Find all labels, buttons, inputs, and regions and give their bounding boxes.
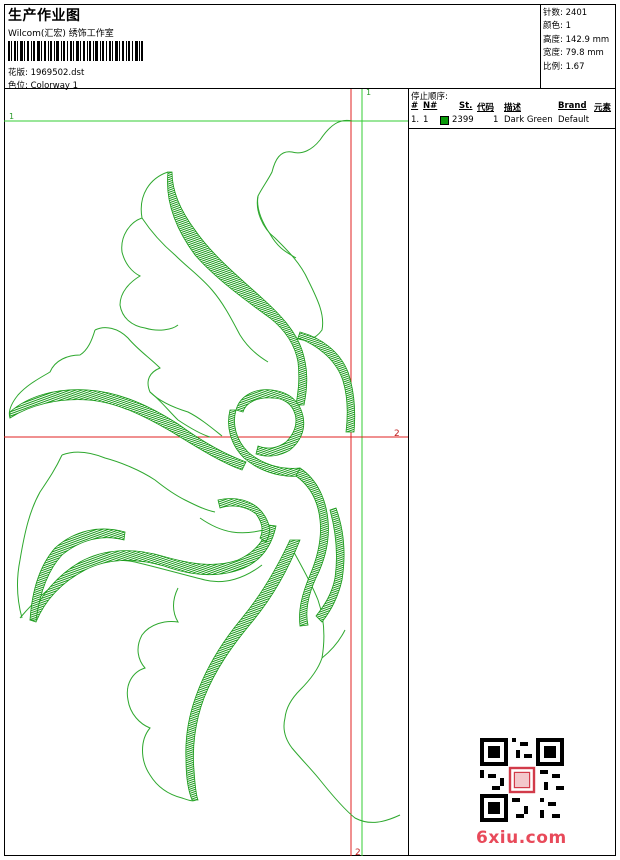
company-name: Wilcom(汇宏) 绣饰工作室 (8, 29, 114, 39)
color-swatch (440, 116, 449, 128)
col-stitches: St. (459, 101, 473, 111)
row-code: 1 (493, 115, 499, 125)
stat-stitch-count: 针数: 2401 (543, 8, 588, 18)
stop-sequence-header: # N# St. 代码 描述 Brand 元素 (409, 101, 616, 114)
row-brand: Default (558, 115, 590, 125)
stat-scale: 比例: 1.67 (543, 62, 585, 72)
green-guide-label-left: 1 (9, 112, 14, 121)
col-brand: Brand (558, 101, 587, 111)
row-stitches: 2399 (452, 115, 474, 125)
stat-height: 高度: 142.9 mm (543, 35, 610, 45)
col-code: 代码 (477, 103, 495, 113)
worksheet-header: 生产作业图 Wilcom(汇宏) 绣饰工作室 花版: 1969502.dst 色… (4, 4, 540, 91)
red-guide-label-right: 2 (394, 429, 400, 439)
sheet-title: 生产作业图 (8, 8, 81, 24)
col-description: 描述 (504, 103, 522, 113)
satin-stitch-fill (9, 171, 356, 801)
barcode (8, 41, 143, 61)
col-element: 元素 (594, 103, 612, 113)
design-stats: 针数: 2401 颜色: 1 高度: 142.9 mm 宽度: 79.8 mm … (540, 4, 616, 88)
green-guide-label-top: 1 (366, 89, 371, 97)
col-needle: N# (423, 101, 438, 111)
row-needle: 1 (423, 115, 429, 125)
red-guide-label-bottom: 2 (355, 848, 361, 856)
row-description: Dark Green (504, 115, 553, 125)
row-divider (409, 128, 616, 129)
row-index: 1. (411, 115, 420, 125)
embroidery-preview: 1 1 2 2 (4, 89, 408, 856)
stop-sequence-row: 1. 1 2399 1 Dark Green Default (409, 115, 616, 127)
design-file: 花版: 1969502.dst (8, 68, 85, 78)
outline-running-stitch (8, 119, 401, 823)
watermark-logo: 6xiu.com (476, 828, 567, 848)
stat-colors: 颜色: 1 (543, 21, 571, 31)
qr-code (480, 738, 564, 822)
col-index: # (411, 101, 419, 111)
stat-width: 宽度: 79.8 mm (543, 48, 604, 58)
